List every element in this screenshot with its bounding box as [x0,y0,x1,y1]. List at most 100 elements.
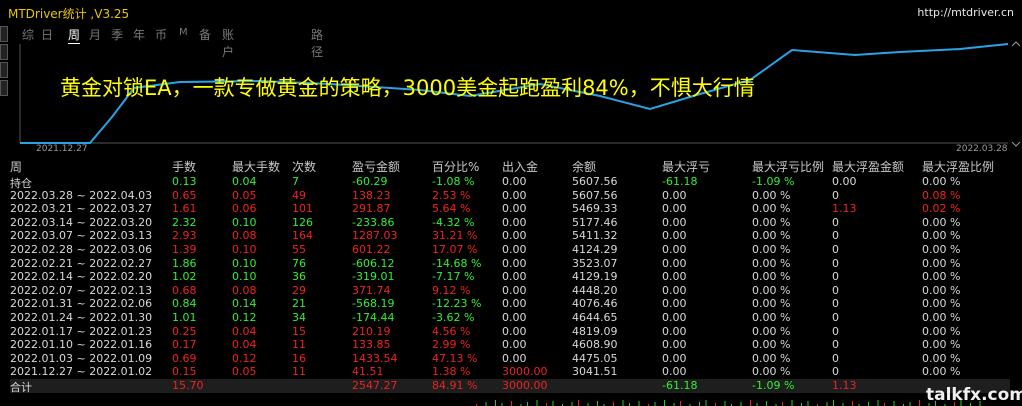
histogram-bar [705,400,707,406]
histogram-bar [578,400,579,406]
table-cell: 2022.02.21 ~ 2022.02.27 [10,256,153,270]
table-cell: 0.00 % [922,311,961,324]
table-cell: 0.05 [232,365,257,379]
table-cell: 76 [292,256,306,270]
table-cell: -606.12 [352,256,395,270]
table-cell: 0.02 % [922,202,961,216]
scroll-up-icon [1011,41,1021,47]
table-cell: 2.32 [172,215,197,229]
table-cell: 1.02 [172,270,197,284]
table-total-row: 合计 15.70 2547.27 84.91 % 3000.00 -61.18 -1.09 … [10,379,1010,394]
table-cell: 5607.56 [572,175,618,188]
table-cell: 0.00 [502,283,527,297]
table-cell: 0.00 % [752,202,791,216]
table-cell: 0.00 [502,215,527,229]
table-cell: 0.00 % [752,351,791,365]
table-cell: 0.12 [232,311,257,324]
table-cell: 0.00 [502,338,527,352]
table-cell: 0.00 [662,215,687,229]
table-cell: 1.61 [172,202,197,216]
table-cell: -60.29 [352,175,388,188]
table-cell: 合计 [10,381,32,394]
table-cell: 5469.33 [572,202,618,216]
table-cell: 1.13 [832,202,857,216]
table-row: 2022.01.31 ~ 2022.02.06 0.84 0.14 21 -568.19… [10,297,1010,311]
table-cell: 0.00 [662,365,687,379]
table-cell: 0 [832,324,839,338]
table-cell: 0 [832,365,839,379]
table-cell: 0.00 % [922,215,961,229]
table-cell: 0.00 [502,270,527,284]
table-cell: 0.00 [662,324,687,338]
right-scroll-arrows[interactable] [1010,40,1022,148]
histogram-bar [664,400,665,406]
table-cell: 0.00 [662,202,687,216]
table-cell: 0 [832,297,839,311]
scroll-down-icon [1011,141,1021,147]
table-cell: 0.00 [502,202,527,216]
table-cell: 2547.27 [352,379,398,392]
histogram-bar [909,402,911,406]
table-cell: -233.86 [352,215,395,229]
table-row: 2021.12.27 ~ 2022.01.02 0.15 0.05 11 41.51 1.… [10,365,1010,379]
table-row: 2022.02.28 ~ 2022.03.06 1.39 0.10 55 601.22 1… [10,243,1010,257]
table-cell: 0.00 % [922,243,961,256]
table-cell: 601.22 [352,243,391,256]
table-cell: 55 [292,243,306,256]
table-cell: 4608.90 [572,338,618,352]
table-cell: 2022.03.28 ~ 2022.04.03 [10,188,153,202]
table-cell: 138.23 [352,188,391,202]
table-cell: 0.14 [232,297,257,311]
table-cell: 2022.03.07 ~ 2022.03.13 [10,229,153,243]
table-cell: 4124.29 [572,243,618,256]
table-header-cell: 最大浮盈比例 [922,160,995,174]
table-cell: 0.10 [232,215,257,229]
table-cell: 3041.51 [572,365,618,379]
table-cell: 0.00 % [752,324,791,338]
table-cell: 2022.01.24 ~ 2022.01.30 [10,311,153,324]
table-cell: 0.65 [172,188,197,202]
table-cell: 34 [292,311,306,324]
table-cell: 0.00 [662,283,687,297]
table-row: 2022.02.14 ~ 2022.02.20 1.02 0.10 36 -319.01… [10,270,1010,284]
table-cell: -12.23 % [432,297,482,311]
table-cell: 2022.01.10 ~ 2022.01.16 [10,338,153,352]
table-cell: 4819.09 [572,324,618,338]
table-cell: 1.13 [832,379,857,392]
table-cell: 0.00 % [922,229,961,243]
histogram-bar [654,402,656,406]
table-cell: 0.00 % [922,297,961,311]
histogram-bar [791,400,793,406]
table-cell: 47.13 % [432,351,478,365]
table-header-row: 周 手数 最大手数 次数 盈亏金额 百分比% 出入金 余额 最大浮亏 最大浮亏比例 最大浮盈金额 最大… [10,158,1010,174]
table-cell: -14.68 % [432,256,482,270]
table-cell: 0.69 [172,351,197,365]
table-cell: 0.00 [662,297,687,311]
histogram-bar [485,402,487,406]
table-cell: 2021.12.27 ~ 2022.01.02 [10,365,153,379]
table-cell: 0.00 [662,256,687,270]
table-cell: 1433.54 [352,351,398,365]
table-cell: 4.56 % [432,324,471,338]
table-cell: 0.00 % [752,297,791,311]
table-cell: 0.84 [172,297,197,311]
table-cell: 0.08 [232,229,257,243]
table-cell: 0.00 [502,297,527,311]
table-cell: 4076.46 [572,297,618,311]
table-cell: 4129.19 [572,270,618,284]
histogram-bar [740,402,742,406]
table-header-cell: 次数 [292,160,317,174]
table-cell: -319.01 [352,270,395,284]
table-row: 2022.03.14 ~ 2022.03.20 2.32 0.10 126 -233.8… [10,216,1010,230]
table-cell: 0.00 [502,175,527,188]
table-header-cell: 盈亏金额 [352,160,401,174]
table-row: 2022.03.07 ~ 2022.03.13 2.93 0.08 164 1287.0… [10,229,1010,243]
table-cell: 0.00 [502,229,527,243]
table-row: 2022.03.21 ~ 2022.03.27 1.61 0.06 101 291.87… [10,202,1010,216]
table-header-cell: 手数 [172,160,197,174]
table-cell: 0.05 [232,188,257,202]
table-cell: 0.00 [662,311,687,324]
table-cell: 0.10 [232,256,257,270]
table-cell: 5607.56 [572,188,618,202]
table-header-cell: 最大浮亏比例 [752,160,825,174]
